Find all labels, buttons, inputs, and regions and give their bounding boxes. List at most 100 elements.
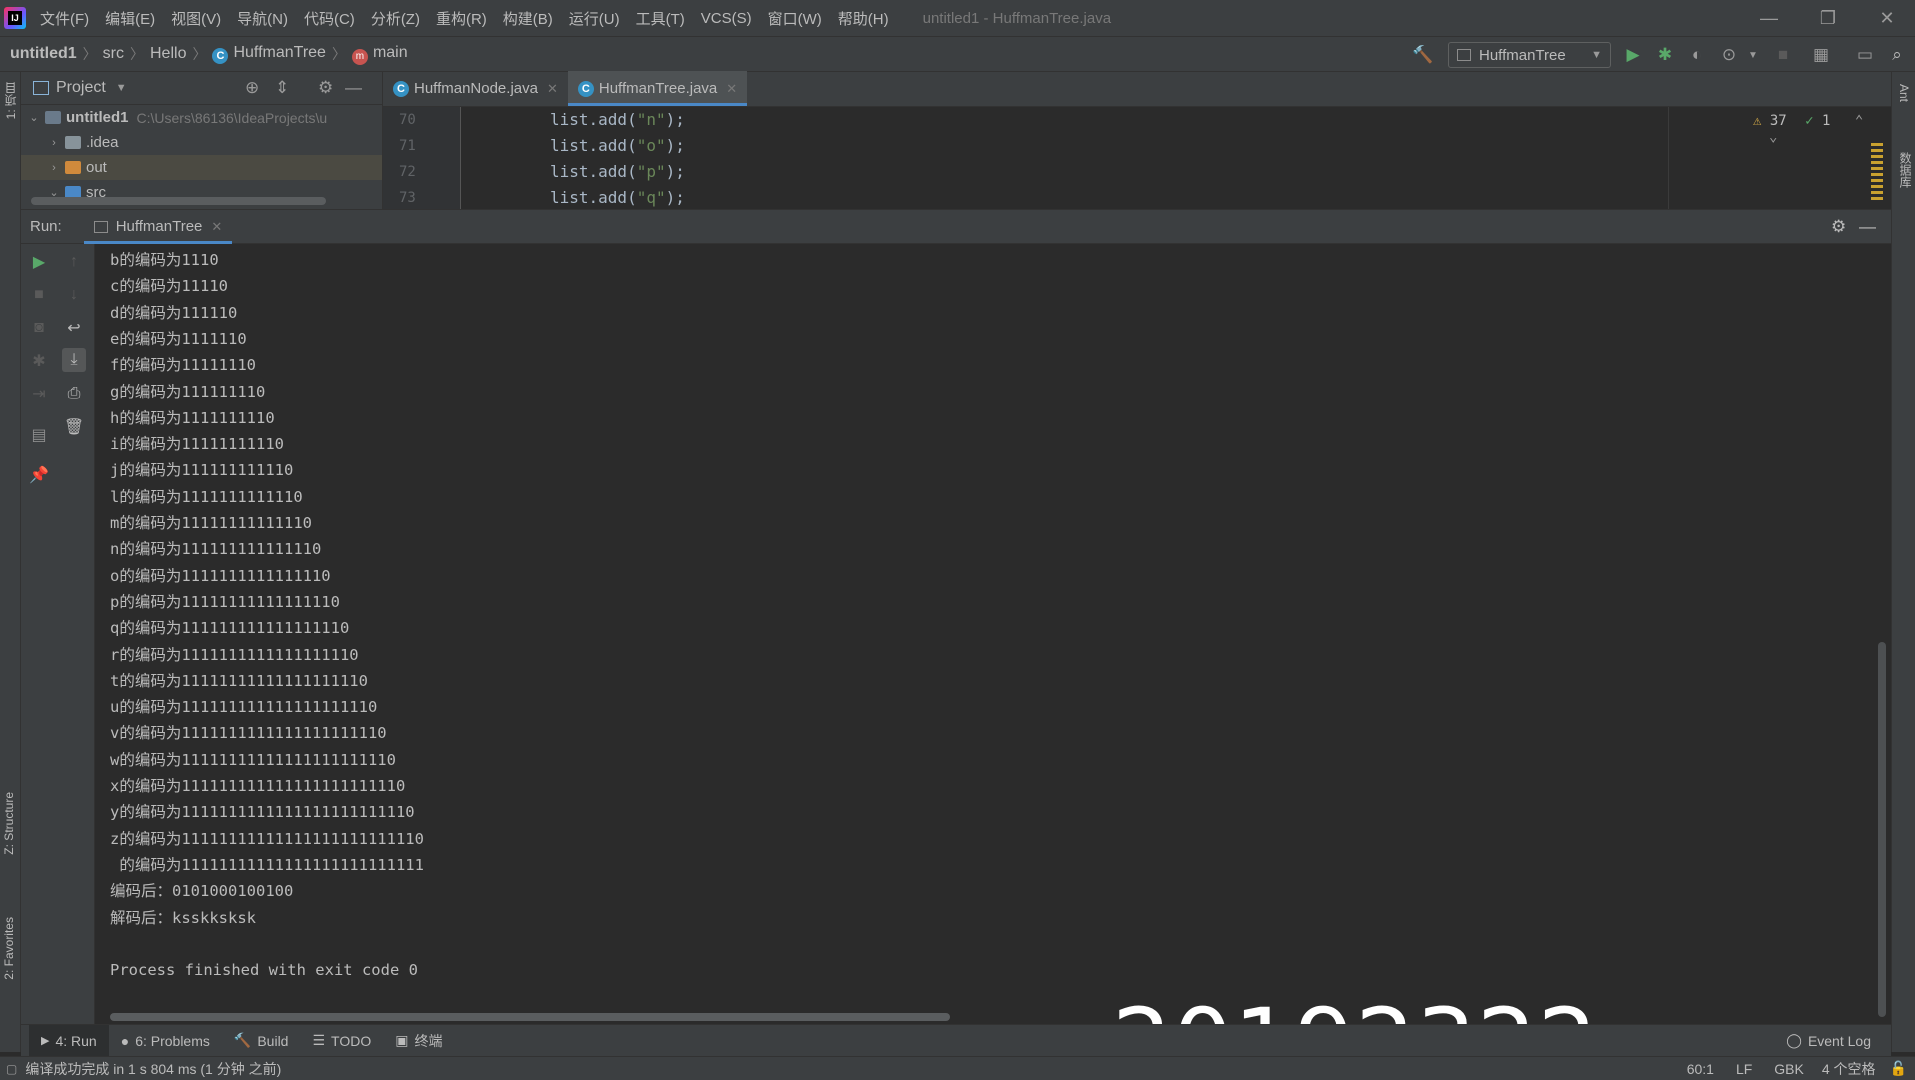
close-icon[interactable]: ✕	[211, 219, 222, 235]
tool-tab-build[interactable]: 🔨 Build	[222, 1025, 301, 1057]
build-hammer-icon[interactable]: 🔨	[1412, 44, 1434, 66]
stop-icon[interactable]: ■	[1772, 44, 1794, 66]
lock-icon[interactable]: 🔓	[1890, 1060, 1907, 1077]
camera-icon[interactable]: ◙	[28, 317, 50, 339]
project-view-select[interactable]: Project	[56, 79, 106, 97]
menu-run[interactable]: 运行(U)	[569, 8, 620, 29]
profile-icon[interactable]: ⊙	[1718, 44, 1740, 66]
console-h-scrollbar[interactable]	[110, 1013, 950, 1021]
breadcrumb-method[interactable]: m main	[351, 44, 408, 65]
rerun-icon[interactable]: ▶	[28, 251, 50, 273]
console-v-scrollbar[interactable]	[1878, 642, 1886, 1017]
project-structure-icon[interactable]: ▦	[1810, 44, 1832, 66]
menu-help[interactable]: 帮助(H)	[838, 8, 889, 29]
console-line: b的编码为1110	[110, 251, 219, 269]
run-configuration-select[interactable]: HuffmanTree ▼	[1448, 42, 1611, 68]
tool-tab-build-label: Build	[257, 1032, 289, 1049]
menu-tools[interactable]: 工具(T)	[636, 8, 685, 29]
chevron-down-icon[interactable]: ⌄	[1769, 129, 1777, 145]
console-line: f的编码为11111110	[110, 356, 256, 375]
close-icon[interactable]: ✕	[547, 81, 558, 97]
stop-icon[interactable]: ■	[28, 284, 50, 306]
breadcrumb-src[interactable]: src	[103, 45, 124, 63]
tool-tab-todo[interactable]: ☰ TODO	[300, 1025, 383, 1057]
breadcrumb-package[interactable]: Hello	[150, 45, 186, 63]
restore-button[interactable]: ❐	[1799, 0, 1857, 36]
print-icon[interactable]: ⎙	[63, 383, 85, 405]
structure-tool-button[interactable]: Z: Structure	[2, 792, 16, 855]
console-line: u的编码为111111111111111111110	[110, 698, 378, 717]
run-tab-huffmantree[interactable]: HuffmanTree ✕	[83, 210, 233, 244]
tool-tab-terminal[interactable]: ▣ 终端	[383, 1025, 454, 1057]
menu-build[interactable]: 构建(B)	[503, 8, 553, 29]
menu-edit[interactable]: 编辑(E)	[105, 8, 155, 29]
status-message[interactable]: 编译成功完成 in 1 s 804 ms (1 分钟 之前)	[25, 1059, 281, 1079]
pin-icon[interactable]: 📌	[28, 464, 50, 486]
gear-icon[interactable]: ⚙	[318, 78, 333, 98]
caret-position[interactable]: 60:1	[1687, 1061, 1714, 1077]
arrow-down-icon[interactable]: ↓	[63, 284, 85, 306]
tree-item-out[interactable]: › out	[21, 155, 382, 180]
tool-tab-event-log[interactable]: ◯ Event Log	[1774, 1025, 1883, 1057]
chevron-down-icon[interactable]: ▼	[1742, 44, 1764, 66]
ant-tool-button[interactable]: Ant	[1897, 84, 1911, 102]
run-panel-header: Run: HuffmanTree ✕ ⚙ —	[21, 209, 1891, 244]
menu-view[interactable]: 视图(V)	[171, 8, 221, 29]
menu-file[interactable]: 文件(F)	[40, 8, 89, 29]
layout-icon[interactable]: ▭	[1854, 44, 1876, 66]
debug-icon[interactable]: ✱	[1654, 44, 1676, 66]
inspection-widget[interactable]: ⚠ 37 ✓ 1 ⌃ ⌄	[1753, 113, 1891, 145]
code-editor[interactable]: 70 71 72 73 list.add("n"); list.add("o")…	[383, 107, 1891, 209]
tree-item-idea[interactable]: › .idea	[21, 130, 382, 155]
tab-huffmantree[interactable]: C HuffmanTree.java ✕	[567, 71, 748, 106]
minimize-button[interactable]: —	[1740, 0, 1798, 36]
project-h-scrollbar[interactable]	[31, 197, 326, 205]
chevron-down-icon[interactable]: ▼	[116, 82, 127, 94]
breadcrumb-project[interactable]: untitled1	[10, 45, 77, 63]
chevron-up-icon[interactable]: ⌃	[1855, 113, 1863, 129]
database-tool-button[interactable]: 数据库	[1897, 152, 1914, 188]
config-icon	[1457, 49, 1471, 61]
arrow-up-icon[interactable]: ↑	[63, 251, 85, 273]
indent-setting[interactable]: 4 个空格	[1822, 1059, 1876, 1079]
gear-icon[interactable]: ⚙	[1831, 217, 1846, 237]
trash-icon[interactable]: 🗑	[63, 416, 85, 438]
menu-refactor[interactable]: 重构(R)	[436, 8, 487, 29]
hide-icon[interactable]: —	[1859, 217, 1876, 237]
close-window-button[interactable]: ✕	[1858, 0, 1915, 36]
scroll-to-end-icon[interactable]: ⤓	[62, 348, 86, 372]
hide-icon[interactable]: —	[345, 78, 362, 98]
locate-icon[interactable]: ⊕	[245, 78, 259, 98]
error-stripe-marks[interactable]	[1871, 143, 1883, 203]
menu-vcs[interactable]: VCS(S)	[701, 10, 752, 27]
breadcrumb-class[interactable]: C HuffmanTree	[212, 44, 326, 64]
warning-count: 37	[1769, 113, 1787, 129]
tool-tab-problems[interactable]: ● 6: Problems	[109, 1025, 222, 1057]
collapse-all-icon[interactable]: ⇕	[275, 78, 289, 98]
tool-tab-run[interactable]: ▶ 4: Run	[29, 1024, 109, 1057]
close-icon[interactable]: ✕	[726, 81, 737, 97]
search-icon[interactable]: ⌕	[1886, 44, 1908, 66]
layout-icon[interactable]: ▤	[28, 424, 50, 446]
tree-root[interactable]: ⌄ untitled1 C:\Users\86136\IdeaProjects\…	[21, 105, 382, 130]
menu-window[interactable]: 窗口(W)	[768, 8, 822, 29]
status-toggle-icon[interactable]: ▢	[6, 1062, 17, 1076]
menu-code[interactable]: 代码(C)	[304, 8, 355, 29]
console-line: x的编码为111111111111111111111110	[110, 777, 406, 795]
menu-navigate[interactable]: 导航(N)	[237, 8, 288, 29]
coverage-icon[interactable]: ◐	[1686, 44, 1708, 66]
console-line: q的编码为111111111111111110	[110, 619, 350, 638]
run-icon[interactable]: ▶	[1622, 44, 1644, 66]
console-output[interactable]: b的编码为1110 c的编码为11110 d的编码为111110 e的编码为11111…	[95, 244, 1891, 1024]
exit-icon[interactable]: ⇥	[28, 383, 50, 405]
soft-wrap-icon[interactable]: ↩	[63, 317, 85, 339]
project-tool-button[interactable]: 1: 项目	[2, 82, 19, 119]
tab-huffmannode[interactable]: C HuffmanNode.java ✕	[383, 71, 568, 106]
file-encoding[interactable]: GBK	[1774, 1061, 1804, 1077]
menu-analyze[interactable]: 分析(Z)	[371, 8, 420, 29]
code-line: list.add("p");	[550, 162, 685, 181]
line-separator[interactable]: LF	[1736, 1061, 1752, 1077]
tool-tab-problems-label: 6: Problems	[135, 1032, 210, 1049]
favorites-tool-button[interactable]: 2: Favorites	[2, 917, 16, 980]
bug-icon[interactable]: ✱	[28, 350, 50, 372]
